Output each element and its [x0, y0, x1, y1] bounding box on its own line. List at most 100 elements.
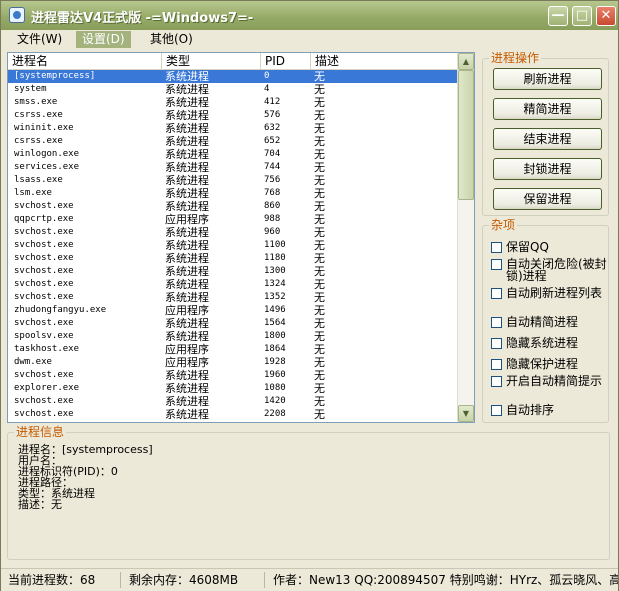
process-pid-cell: 1800 [264, 331, 286, 341]
process-pid-cell: 1100 [264, 240, 286, 250]
title-bar[interactable]: 进程雷达V4正式版 -=Windows7=- — □ ✕ [1, 1, 618, 30]
table-row[interactable]: svchost.exe 系统进程 1324 无 [8, 278, 460, 291]
process-desc-cell: 无 [314, 187, 325, 200]
checkbox-icon[interactable] [491, 405, 502, 416]
table-row[interactable]: system 系统进程 4 无 [8, 83, 460, 96]
process-desc-cell: 无 [314, 369, 325, 382]
process-pid-cell: 768 [264, 188, 281, 198]
process-name-cell: smss.exe [14, 97, 58, 107]
process-list[interactable]: 进程名 类型 PID 描述 [systemprocess] 系统进程 0 无 syste… [7, 52, 475, 423]
process-desc-cell: 无 [314, 70, 325, 83]
process-ops-group: 进程操作 刷新进程 精简进程 结束进程 封锁进程 保留进程 [482, 51, 609, 216]
process-desc-cell: 无 [314, 408, 325, 421]
process-desc-cell: 无 [314, 278, 325, 291]
process-desc-cell: 无 [314, 317, 325, 330]
table-row[interactable]: services.exe 系统进程 744 无 [8, 161, 460, 174]
process-name-cell: dwm.exe [14, 357, 52, 367]
scroll-thumb[interactable] [458, 70, 474, 200]
process-name-cell: svchost.exe [14, 318, 74, 328]
process-pid-cell: 704 [264, 149, 281, 159]
checkbox-icon[interactable] [491, 259, 502, 270]
process-name-cell: csrss.exe [14, 136, 63, 146]
table-row[interactable]: svchost.exe 系统进程 1300 无 [8, 265, 460, 278]
end-process-button[interactable]: 结束进程 [493, 128, 602, 150]
keep-process-button[interactable]: 保留进程 [493, 188, 602, 210]
table-row[interactable]: smss.exe 系统进程 412 无 [8, 96, 460, 109]
table-row[interactable]: winlogon.exe 系统进程 704 无 [8, 148, 460, 161]
process-type-cell: 系统进程 [165, 278, 209, 291]
process-type-cell: 系统进程 [165, 174, 209, 187]
table-row[interactable]: svchost.exe 系统进程 1420 无 [8, 395, 460, 408]
status-bar: 当前进程数：68 剩余内存：4608MB 作者：New13 QQ:2008945… [1, 568, 618, 591]
table-row[interactable]: svchost.exe 系统进程 1180 无 [8, 252, 460, 265]
table-row[interactable]: wininit.exe 系统进程 632 无 [8, 122, 460, 135]
table-row[interactable]: lsm.exe 系统进程 768 无 [8, 187, 460, 200]
process-desc-cell: 无 [314, 83, 325, 96]
process-desc-cell: 无 [314, 382, 325, 395]
table-row[interactable]: lsass.exe 系统进程 756 无 [8, 174, 460, 187]
checkbox-icon[interactable] [491, 317, 502, 328]
column-header-pid[interactable]: PID [261, 53, 311, 69]
process-pid-cell: 1960 [264, 370, 286, 380]
checkbox-icon[interactable] [491, 242, 502, 253]
table-row[interactable]: csrss.exe 系统进程 576 无 [8, 109, 460, 122]
checkbox-icon[interactable] [491, 376, 502, 387]
menu-settings[interactable]: 设置(D) [76, 31, 131, 48]
table-row[interactable]: svchost.exe 系统进程 860 无 [8, 200, 460, 213]
streamline-process-button[interactable]: 精简进程 [493, 98, 602, 120]
column-header-desc[interactable]: 描述 [311, 53, 460, 69]
table-row[interactable]: svchost.exe 系统进程 1960 无 [8, 369, 460, 382]
maximize-button[interactable]: □ [572, 6, 592, 26]
process-pid-cell: 744 [264, 162, 281, 172]
column-header-name[interactable]: 进程名 [8, 53, 162, 69]
minimize-button[interactable]: — [548, 6, 568, 26]
table-row[interactable]: zhudongfangyu.exe 应用程序 1496 无 [8, 304, 460, 317]
process-name-cell: lsass.exe [14, 175, 63, 185]
process-pid-cell: 1180 [264, 253, 286, 263]
process-type-cell: 系统进程 [165, 83, 209, 96]
close-button[interactable]: ✕ [596, 6, 616, 26]
process-type-cell: 系统进程 [165, 148, 209, 161]
table-row[interactable]: svchost.exe 系统进程 960 无 [8, 226, 460, 239]
table-row[interactable]: [systemprocess] 系统进程 0 无 [8, 70, 460, 83]
table-row[interactable]: qqpcrtp.exe 应用程序 988 无 [8, 213, 460, 226]
process-name-cell: svchost.exe [14, 227, 74, 237]
table-row[interactable]: taskhost.exe 应用程序 1864 无 [8, 343, 460, 356]
process-desc-cell: 无 [314, 161, 325, 174]
process-rows: [systemprocess] 系统进程 0 无 system 系统进程 4 无 smss.ex… [8, 70, 460, 421]
table-row[interactable]: svchost.exe 系统进程 1100 无 [8, 239, 460, 252]
refresh-process-button[interactable]: 刷新进程 [493, 68, 602, 90]
table-row[interactable]: svchost.exe 系统进程 1352 无 [8, 291, 460, 304]
table-row[interactable]: explorer.exe 系统进程 1080 无 [8, 382, 460, 395]
menu-file[interactable]: 文件(W) [11, 31, 68, 48]
vertical-scrollbar[interactable]: ▲ ▼ [457, 53, 474, 422]
checkbox-icon[interactable] [491, 288, 502, 299]
process-desc-cell: 无 [314, 109, 325, 122]
process-desc-cell: 无 [314, 226, 325, 239]
status-free-memory: 剩余内存：4608MB [122, 572, 265, 588]
process-type-cell: 应用程序 [165, 304, 209, 317]
process-type-cell: 系统进程 [165, 226, 209, 239]
checkbox-icon[interactable] [491, 338, 502, 349]
process-pid-cell: 0 [264, 71, 270, 81]
process-name-cell: svchost.exe [14, 279, 74, 289]
process-type-cell: 应用程序 [165, 213, 209, 226]
column-header-type[interactable]: 类型 [162, 53, 261, 69]
scroll-up-icon[interactable]: ▲ [458, 53, 474, 70]
table-row[interactable]: spoolsv.exe 系统进程 1800 无 [8, 330, 460, 343]
process-ops-title: 进程操作 [489, 51, 542, 65]
process-pid-cell: 1324 [264, 279, 286, 289]
table-row[interactable]: svchost.exe 系统进程 1564 无 [8, 317, 460, 330]
process-type-cell: 系统进程 [165, 265, 209, 278]
table-row[interactable]: dwm.exe 应用程序 1928 无 [8, 356, 460, 369]
checkbox-icon[interactable] [491, 359, 502, 370]
scroll-down-icon[interactable]: ▼ [458, 405, 474, 422]
menu-other[interactable]: 其他(O) [144, 31, 199, 48]
process-type-cell: 系统进程 [165, 135, 209, 148]
process-name-cell: wininit.exe [14, 123, 74, 133]
process-pid-cell: 1300 [264, 266, 286, 276]
process-pid-cell: 860 [264, 201, 281, 211]
table-row[interactable]: svchost.exe 系统进程 2208 无 [8, 408, 460, 421]
block-process-button[interactable]: 封锁进程 [493, 158, 602, 180]
table-row[interactable]: csrss.exe 系统进程 652 无 [8, 135, 460, 148]
